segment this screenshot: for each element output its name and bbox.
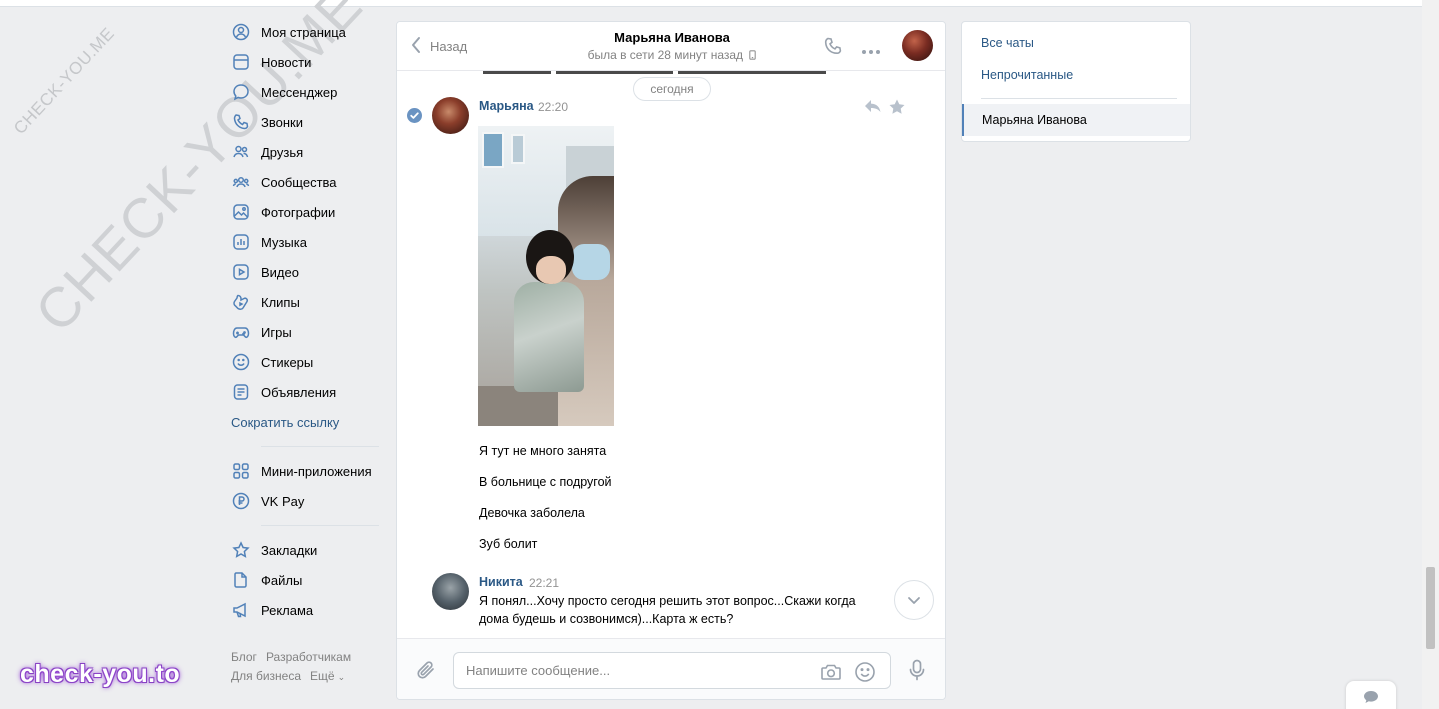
- chat-bubble-icon: [1363, 690, 1379, 707]
- message-icon: [232, 83, 250, 101]
- scrollbar-thumb[interactable]: [1426, 567, 1435, 649]
- star-icon[interactable]: [888, 98, 906, 119]
- nav-advertising[interactable]: Реклама: [230, 595, 390, 625]
- phone-icon: [232, 113, 250, 131]
- message-text: Я тут не много занята: [479, 444, 607, 458]
- news-icon: [232, 53, 250, 71]
- message-text: Девочка заболела: [479, 506, 585, 520]
- filter-unread[interactable]: Непрочитанные: [981, 68, 1073, 82]
- ads-icon: [232, 383, 250, 401]
- quick-chat-button[interactable]: [1346, 681, 1396, 709]
- message-author[interactable]: Марьяна: [479, 99, 534, 113]
- chat-filters-panel: Все чаты Непрочитанные Марьяна Иванова: [961, 21, 1191, 142]
- footer-more-label: Ещё: [310, 669, 335, 683]
- message-text: В больнице с подругой: [479, 475, 612, 489]
- previous-photo[interactable]: [678, 71, 826, 74]
- clips-icon: [232, 293, 250, 311]
- camera-icon[interactable]: [820, 662, 842, 685]
- nav-news[interactable]: Новости: [230, 47, 390, 77]
- message-input[interactable]: [466, 653, 806, 688]
- nav-vk-pay[interactable]: VK Pay: [230, 486, 390, 516]
- footer-blog[interactable]: Блог: [231, 650, 257, 664]
- panel-divider: [981, 98, 1177, 99]
- avatar[interactable]: [432, 97, 469, 134]
- message-time[interactable]: 22:21: [529, 576, 559, 590]
- nav-messenger[interactable]: Мессенджер: [230, 77, 390, 107]
- footer-business[interactable]: Для бизнеса: [231, 669, 301, 683]
- paperclip-icon: [415, 661, 437, 684]
- message-actions: [864, 98, 906, 119]
- friends-icon: [232, 143, 250, 161]
- page-scrollbar[interactable]: [1422, 0, 1439, 709]
- call-button[interactable]: [823, 36, 843, 59]
- gamepad-icon: [232, 323, 250, 341]
- message-text: Зуб болит: [479, 537, 538, 551]
- top-bar: [0, 0, 1422, 7]
- star-icon: [232, 541, 250, 559]
- active-chat-item[interactable]: Марьяна Иванова: [962, 104, 1190, 136]
- scroll-down-button[interactable]: [894, 580, 934, 620]
- date-divider: сегодня: [633, 77, 711, 101]
- message-input-wrap: [453, 652, 891, 689]
- mobile-icon: [746, 48, 757, 62]
- footer-developers[interactable]: Разработчикам: [266, 650, 351, 664]
- nav-games[interactable]: Игры: [230, 317, 390, 347]
- nav-my-page[interactable]: Моя страница: [230, 17, 390, 47]
- nav-mini-apps[interactable]: Мини-приложения: [230, 456, 390, 486]
- video-icon: [232, 263, 250, 281]
- peer-status-text: была в сети 28 минут назад: [587, 48, 744, 62]
- nav-files[interactable]: Файлы: [230, 565, 390, 595]
- message-text: Я понял...Хочу просто сегодня решить это…: [479, 594, 856, 626]
- nav-bookmarks[interactable]: Закладки: [230, 535, 390, 565]
- footer-more[interactable]: Ещё ⌄: [310, 669, 354, 683]
- message-time[interactable]: 22:20: [538, 100, 568, 114]
- footer-links: Блог Разработчикам Для бизнеса Ещё ⌄: [231, 648, 391, 687]
- nav-music[interactable]: Музыка: [230, 227, 390, 257]
- left-nav: Моя страница Новости Мессенджер Звонки Д…: [230, 17, 390, 625]
- ruble-icon: [232, 492, 250, 510]
- apps-grid-icon: [232, 462, 250, 480]
- smile-icon: [232, 353, 250, 371]
- chevron-down-icon: [907, 593, 921, 608]
- filter-all-chats[interactable]: Все чаты: [981, 36, 1034, 50]
- previous-photo[interactable]: [556, 71, 673, 74]
- select-message-checkbox[interactable]: [407, 108, 422, 123]
- phone-icon: [823, 37, 843, 59]
- chevron-down-icon: ⌄: [337, 672, 346, 682]
- message-author[interactable]: Никита: [479, 575, 523, 589]
- reply-icon[interactable]: [864, 98, 882, 119]
- file-icon: [232, 571, 250, 589]
- attach-button[interactable]: [415, 659, 437, 684]
- chat-panel: Назад Марьяна Иванова была в сети 28 мин…: [396, 21, 946, 700]
- nav-ads-board[interactable]: Объявления: [230, 377, 390, 407]
- peer-avatar[interactable]: [902, 30, 933, 61]
- avatar[interactable]: [432, 573, 469, 610]
- nav-communities[interactable]: Сообщества: [230, 167, 390, 197]
- smile-icon[interactable]: [854, 661, 876, 686]
- nav-divider: [261, 446, 379, 447]
- nav-video[interactable]: Видео: [230, 257, 390, 287]
- nav-clips[interactable]: Клипы: [230, 287, 390, 317]
- chat-header: Назад Марьяна Иванова была в сети 28 мин…: [397, 22, 945, 71]
- voice-message-button[interactable]: [908, 659, 926, 684]
- shorten-link[interactable]: Сократить ссылку: [231, 407, 390, 437]
- communities-icon: [232, 173, 250, 191]
- nav-photos[interactable]: Фотографии: [230, 197, 390, 227]
- nav-calls[interactable]: Звонки: [230, 107, 390, 137]
- nav-divider: [261, 525, 379, 526]
- music-icon: [232, 233, 250, 251]
- megaphone-icon: [232, 601, 250, 619]
- more-button[interactable]: [861, 43, 881, 58]
- message-photo[interactable]: [478, 126, 614, 426]
- previous-photo[interactable]: [483, 71, 551, 74]
- message-composer: [397, 638, 945, 699]
- more-dots-icon: [861, 43, 881, 58]
- microphone-icon: [908, 659, 926, 684]
- brand-watermark: check-you.to: [20, 660, 181, 688]
- nav-friends[interactable]: Друзья: [230, 137, 390, 167]
- nav-stickers[interactable]: Стикеры: [230, 347, 390, 377]
- watermark-small: CHECK-YOU.ME: [10, 23, 119, 138]
- user-circle-icon: [232, 23, 250, 41]
- photo-icon: [232, 203, 250, 221]
